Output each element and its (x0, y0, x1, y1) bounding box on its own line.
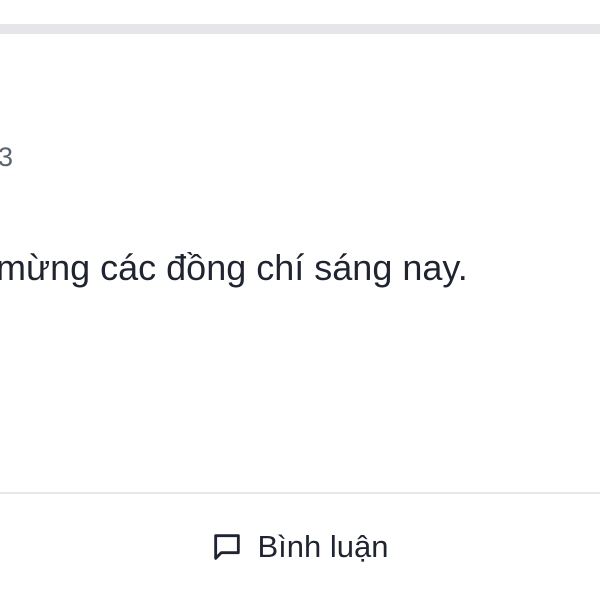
top-divider (0, 24, 600, 34)
post-action-bar: Bình luận (0, 494, 600, 600)
post-meta: 3 (0, 142, 14, 172)
feed-page: 3 mừng các đồng chí sáng nay. Bình luận (0, 0, 600, 600)
comment-button[interactable]: Bình luận (198, 519, 401, 575)
comment-label: Bình luận (257, 529, 389, 564)
post-body-text: mừng các đồng chí sáng nay. (0, 247, 468, 288)
comment-icon (210, 530, 244, 564)
